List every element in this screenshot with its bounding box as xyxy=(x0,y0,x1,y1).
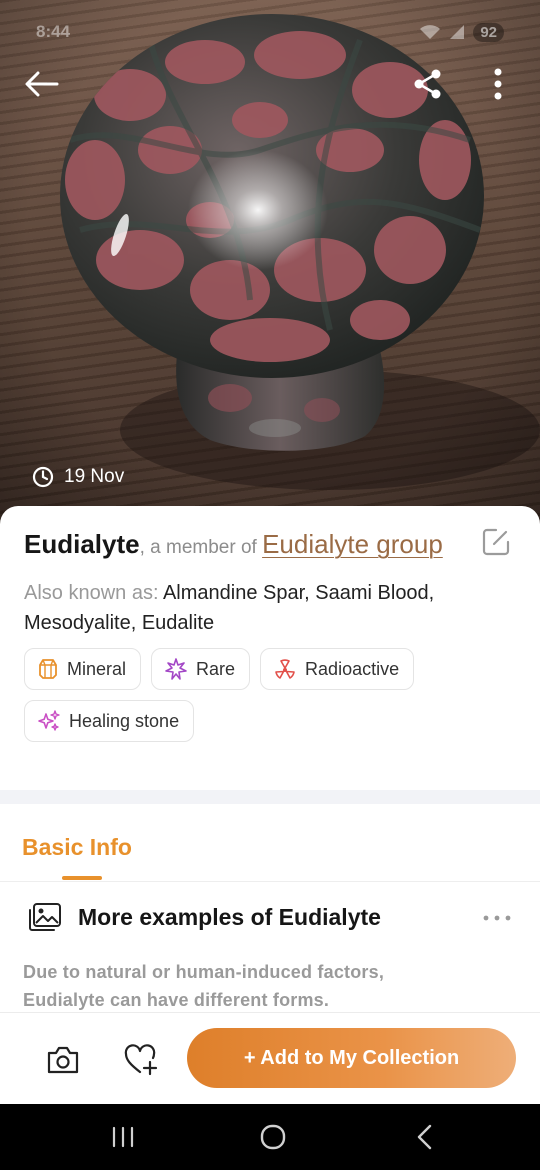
more-options-button[interactable] xyxy=(476,62,520,106)
section-more-button[interactable] xyxy=(482,906,512,930)
more-examples-section: More examples of Eudialyte Due to natura… xyxy=(0,882,540,1012)
edit-button[interactable] xyxy=(480,526,512,558)
photo-date: 19 Nov xyxy=(32,466,124,488)
back-button[interactable] xyxy=(20,62,64,106)
mineral-photo-image xyxy=(0,0,540,540)
camera-button[interactable] xyxy=(45,1043,81,1077)
also-known-as: Also known as: Almandine Spar, Saami Blo… xyxy=(24,578,516,638)
member-of-text: , a member of xyxy=(139,537,263,558)
gallery-icon xyxy=(29,903,61,931)
chevron-left-icon xyxy=(417,1124,432,1150)
tag-rare[interactable]: Rare xyxy=(151,648,251,690)
status-bar: 8:44 92 xyxy=(36,18,504,46)
home-button[interactable] xyxy=(258,1122,288,1152)
home-icon xyxy=(260,1124,286,1150)
share-button[interactable] xyxy=(406,62,450,106)
rare-icon xyxy=(165,658,187,680)
healing-stone-icon xyxy=(38,710,60,731)
tag-radioactive-label: Radioactive xyxy=(305,658,400,679)
section-title: More examples of Eudialyte xyxy=(78,903,381,930)
favorite-button[interactable] xyxy=(123,1043,159,1077)
clock-icon xyxy=(32,466,54,488)
battery-indicator: 92 xyxy=(473,22,504,42)
edit-icon xyxy=(482,528,510,556)
section-divider xyxy=(0,790,540,804)
add-to-collection-button[interactable]: + Add to My Collection xyxy=(187,1028,516,1088)
system-navigation-bar xyxy=(0,1104,540,1170)
more-horizontal-icon xyxy=(483,915,511,921)
mineral-group-link[interactable]: Eudialyte group xyxy=(262,529,443,559)
tag-radioactive[interactable]: Radioactive xyxy=(260,648,415,690)
mineral-title: Eudialyte, a member of Eudialyte group xyxy=(24,524,516,568)
recent-apps-icon xyxy=(112,1126,134,1148)
more-vertical-icon xyxy=(494,68,502,100)
tab-bar: Basic Info xyxy=(0,804,540,882)
mineral-name: Eudialyte xyxy=(24,529,140,559)
wifi-icon xyxy=(420,25,441,39)
tag-rare-label: Rare xyxy=(196,658,236,679)
recent-apps-button[interactable] xyxy=(108,1122,138,1152)
mineral-icon xyxy=(39,659,57,679)
arrow-left-icon xyxy=(25,71,59,97)
status-time: 8:44 xyxy=(36,22,71,41)
photo-date-text: 19 Nov xyxy=(64,466,125,487)
tag-mineral-label: Mineral xyxy=(67,658,127,679)
tab-active-indicator xyxy=(62,876,102,880)
mineral-photo[interactable]: 8:44 92 19 Nov xyxy=(0,0,540,540)
radioactive-icon xyxy=(275,659,295,679)
system-back-button[interactable] xyxy=(410,1122,440,1152)
camera-icon xyxy=(47,1046,79,1074)
share-icon xyxy=(414,69,441,99)
tag-mineral[interactable]: Mineral xyxy=(24,648,142,690)
section-description: Due to natural or human-induced factors,… xyxy=(23,962,385,1010)
tab-basic-info[interactable]: Basic Info xyxy=(22,834,132,861)
heart-plus-icon xyxy=(124,1044,158,1076)
tag-healing-stone-label: Healing stone xyxy=(69,710,180,731)
signal-icon xyxy=(450,25,465,39)
mineral-info-card: Eudialyte, a member of Eudialyte group A… xyxy=(0,506,540,790)
tag-list: Mineral Rare Radioactive Healing stone xyxy=(24,648,444,742)
bottom-action-bar: + Add to My Collection xyxy=(0,1012,540,1104)
aka-label: Also known as: xyxy=(24,582,163,604)
tag-healing-stone[interactable]: Healing stone xyxy=(24,700,195,742)
